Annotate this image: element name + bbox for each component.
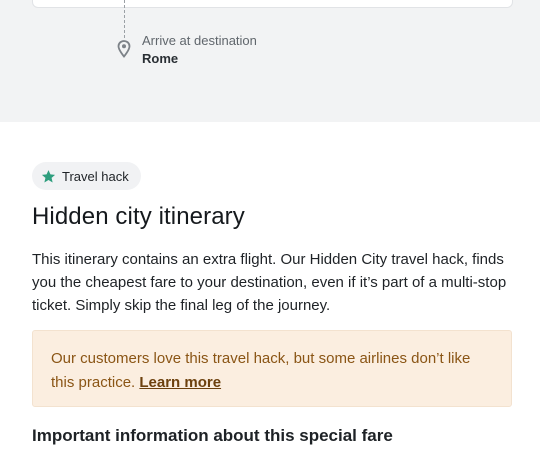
arrive-at-destination-label: Arrive at destination: [142, 33, 257, 48]
travel-hack-badge-label: Travel hack: [62, 168, 129, 184]
important-information-heading: Important information about this special…: [32, 426, 393, 445]
notice-text-block: Our customers love this travel hack, but…: [51, 347, 493, 395]
travel-hack-badge: Travel hack: [32, 162, 141, 190]
hidden-city-description: This itinerary contains an extra flight.…: [32, 251, 507, 314]
airline-warning-notice: Our customers love this travel hack, but…: [32, 330, 512, 407]
route-card: [32, 0, 513, 8]
route-summary-section: Arrive at destination Rome: [0, 0, 540, 122]
hidden-city-title: Hidden city itinerary: [32, 203, 245, 230]
route-connector-line: [124, 0, 125, 38]
location-pin-icon: [117, 40, 131, 58]
learn-more-link[interactable]: Learn more: [139, 374, 221, 391]
notice-message: Our customers love this travel hack, but…: [51, 350, 471, 391]
destination-city: Rome: [142, 51, 179, 66]
star-icon: [41, 169, 56, 182]
